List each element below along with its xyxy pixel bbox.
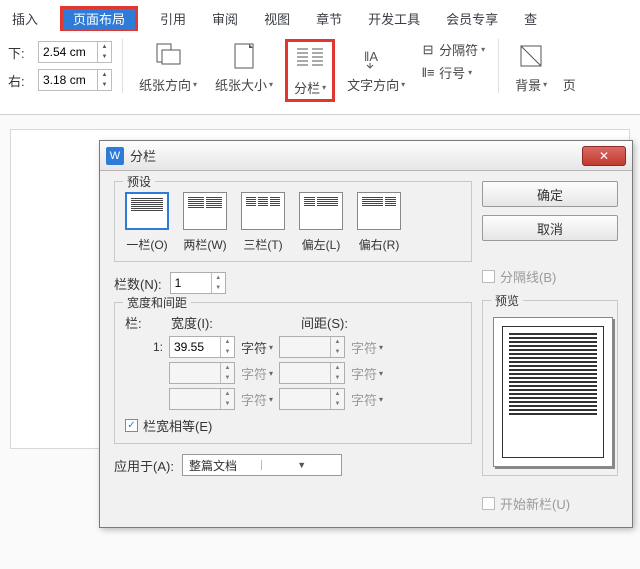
preset-two[interactable]: 两栏(W) xyxy=(183,192,227,253)
equal-width-checkbox[interactable]: ✓栏宽相等(E) xyxy=(125,416,212,435)
cancel-button[interactable]: 取消 xyxy=(482,215,618,241)
dialog-titlebar: W 分栏 ✕ xyxy=(100,141,632,171)
orientation-button[interactable]: 纸张方向▾ xyxy=(133,39,203,96)
separator-line-checkbox: 分隔线(B) xyxy=(482,267,618,286)
spacing-1-input: ▲▼ xyxy=(279,336,345,358)
col-row-1: 1: ▲▼ 字符▾ ▲▼ 字符▾ xyxy=(125,336,461,358)
background-button[interactable]: 背景▾ xyxy=(509,39,553,96)
columns-dialog: W 分栏 ✕ 预设 一栏(O) 两栏(W) 三栏(T) 偏左(L) 偏右(R) … xyxy=(99,140,633,528)
apply-to-combo[interactable]: 整篇文档▼ xyxy=(182,454,342,476)
tab-references[interactable]: 引用 xyxy=(156,6,190,31)
preview-image xyxy=(493,317,613,467)
line-numbers-icon: ‖≡ xyxy=(420,66,436,80)
width-spacing-legend: 宽度和间距 xyxy=(123,294,191,311)
presets-group: 预设 一栏(O) 两栏(W) 三栏(T) 偏左(L) 偏右(R) xyxy=(114,181,472,262)
column-count-input[interactable]: ▲▼ xyxy=(170,272,226,294)
preset-left[interactable]: 偏左(L) xyxy=(299,192,343,253)
apply-to-label: 应用于(A): xyxy=(114,456,174,475)
width-1-input[interactable]: ▲▼ xyxy=(169,336,235,358)
dialog-title: 分栏 xyxy=(130,146,582,165)
breaks-group: ⊟分隔符▾ ‖≡行号▾ xyxy=(417,39,488,83)
line-numbers-button[interactable]: ‖≡行号▾ xyxy=(417,62,488,83)
presets-legend: 预设 xyxy=(123,173,155,190)
tab-developer[interactable]: 开发工具 xyxy=(364,6,424,31)
size-icon xyxy=(228,41,260,71)
breaks-button[interactable]: ⊟分隔符▾ xyxy=(417,39,488,60)
preview-group: 预览 xyxy=(482,300,618,476)
width-spacing-group: 宽度和间距 栏:宽度(I):间距(S): 1: ▲▼ 字符▾ ▲▼ 字符▾ ▲▼… xyxy=(114,302,472,444)
size-button[interactable]: 纸张大小▾ xyxy=(209,39,279,96)
col-row-2: ▲▼ 字符▾ ▲▼ 字符▾ xyxy=(125,362,461,384)
breaks-icon: ⊟ xyxy=(420,43,436,57)
highlight-box-tab: 页面布局 xyxy=(60,6,138,31)
text-direction-icon: ‖A xyxy=(360,41,392,71)
margins-group: 下: ▲▼ 右: ▲▼ xyxy=(8,41,112,91)
tab-search-cut[interactable]: 查 xyxy=(520,6,541,31)
page-icon xyxy=(559,41,579,71)
margin-bottom-label: 下: xyxy=(8,43,34,62)
margin-right-label: 右: xyxy=(8,71,34,90)
tab-view[interactable]: 视图 xyxy=(260,6,294,31)
background-icon xyxy=(515,41,547,71)
tab-review[interactable]: 审阅 xyxy=(208,6,242,31)
margin-bottom-input[interactable]: ▲▼ xyxy=(38,41,112,63)
ok-button[interactable]: 确定 xyxy=(482,181,618,207)
svg-text:‖A: ‖A xyxy=(364,49,378,64)
columns-button[interactable]: 分栏▾ xyxy=(285,39,335,102)
page-button-cut[interactable]: 页 xyxy=(559,39,579,96)
preview-legend: 预览 xyxy=(491,292,523,309)
orientation-icon xyxy=(152,41,184,71)
col-row-3: ▲▼ 字符▾ ▲▼ 字符▾ xyxy=(125,388,461,410)
tab-member[interactable]: 会员专享 xyxy=(442,6,502,31)
start-new-column-checkbox: 开始新栏(U) xyxy=(482,494,618,513)
tab-page-layout[interactable]: 页面布局 xyxy=(63,9,135,30)
ribbon-tabs: 插入 页面布局 引用 审阅 视图 章节 开发工具 会员专享 查 xyxy=(0,0,640,35)
tab-insert[interactable]: 插入 xyxy=(8,6,42,31)
preset-right[interactable]: 偏右(R) xyxy=(357,192,401,253)
ribbon-body: 下: ▲▼ 右: ▲▼ 纸张方向▾ 纸张大小▾ 分栏▾ ‖A 文字方向▾ ⊟分隔… xyxy=(0,35,640,115)
close-button[interactable]: ✕ xyxy=(582,146,626,166)
text-direction-button[interactable]: ‖A 文字方向▾ xyxy=(341,39,411,96)
preset-one[interactable]: 一栏(O) xyxy=(125,192,169,253)
column-count-label: 栏数(N): xyxy=(114,274,162,293)
app-icon: W xyxy=(106,147,124,165)
columns-icon xyxy=(294,44,326,74)
margin-right-input[interactable]: ▲▼ xyxy=(38,69,112,91)
preset-three[interactable]: 三栏(T) xyxy=(241,192,285,253)
tab-chapter[interactable]: 章节 xyxy=(312,6,346,31)
